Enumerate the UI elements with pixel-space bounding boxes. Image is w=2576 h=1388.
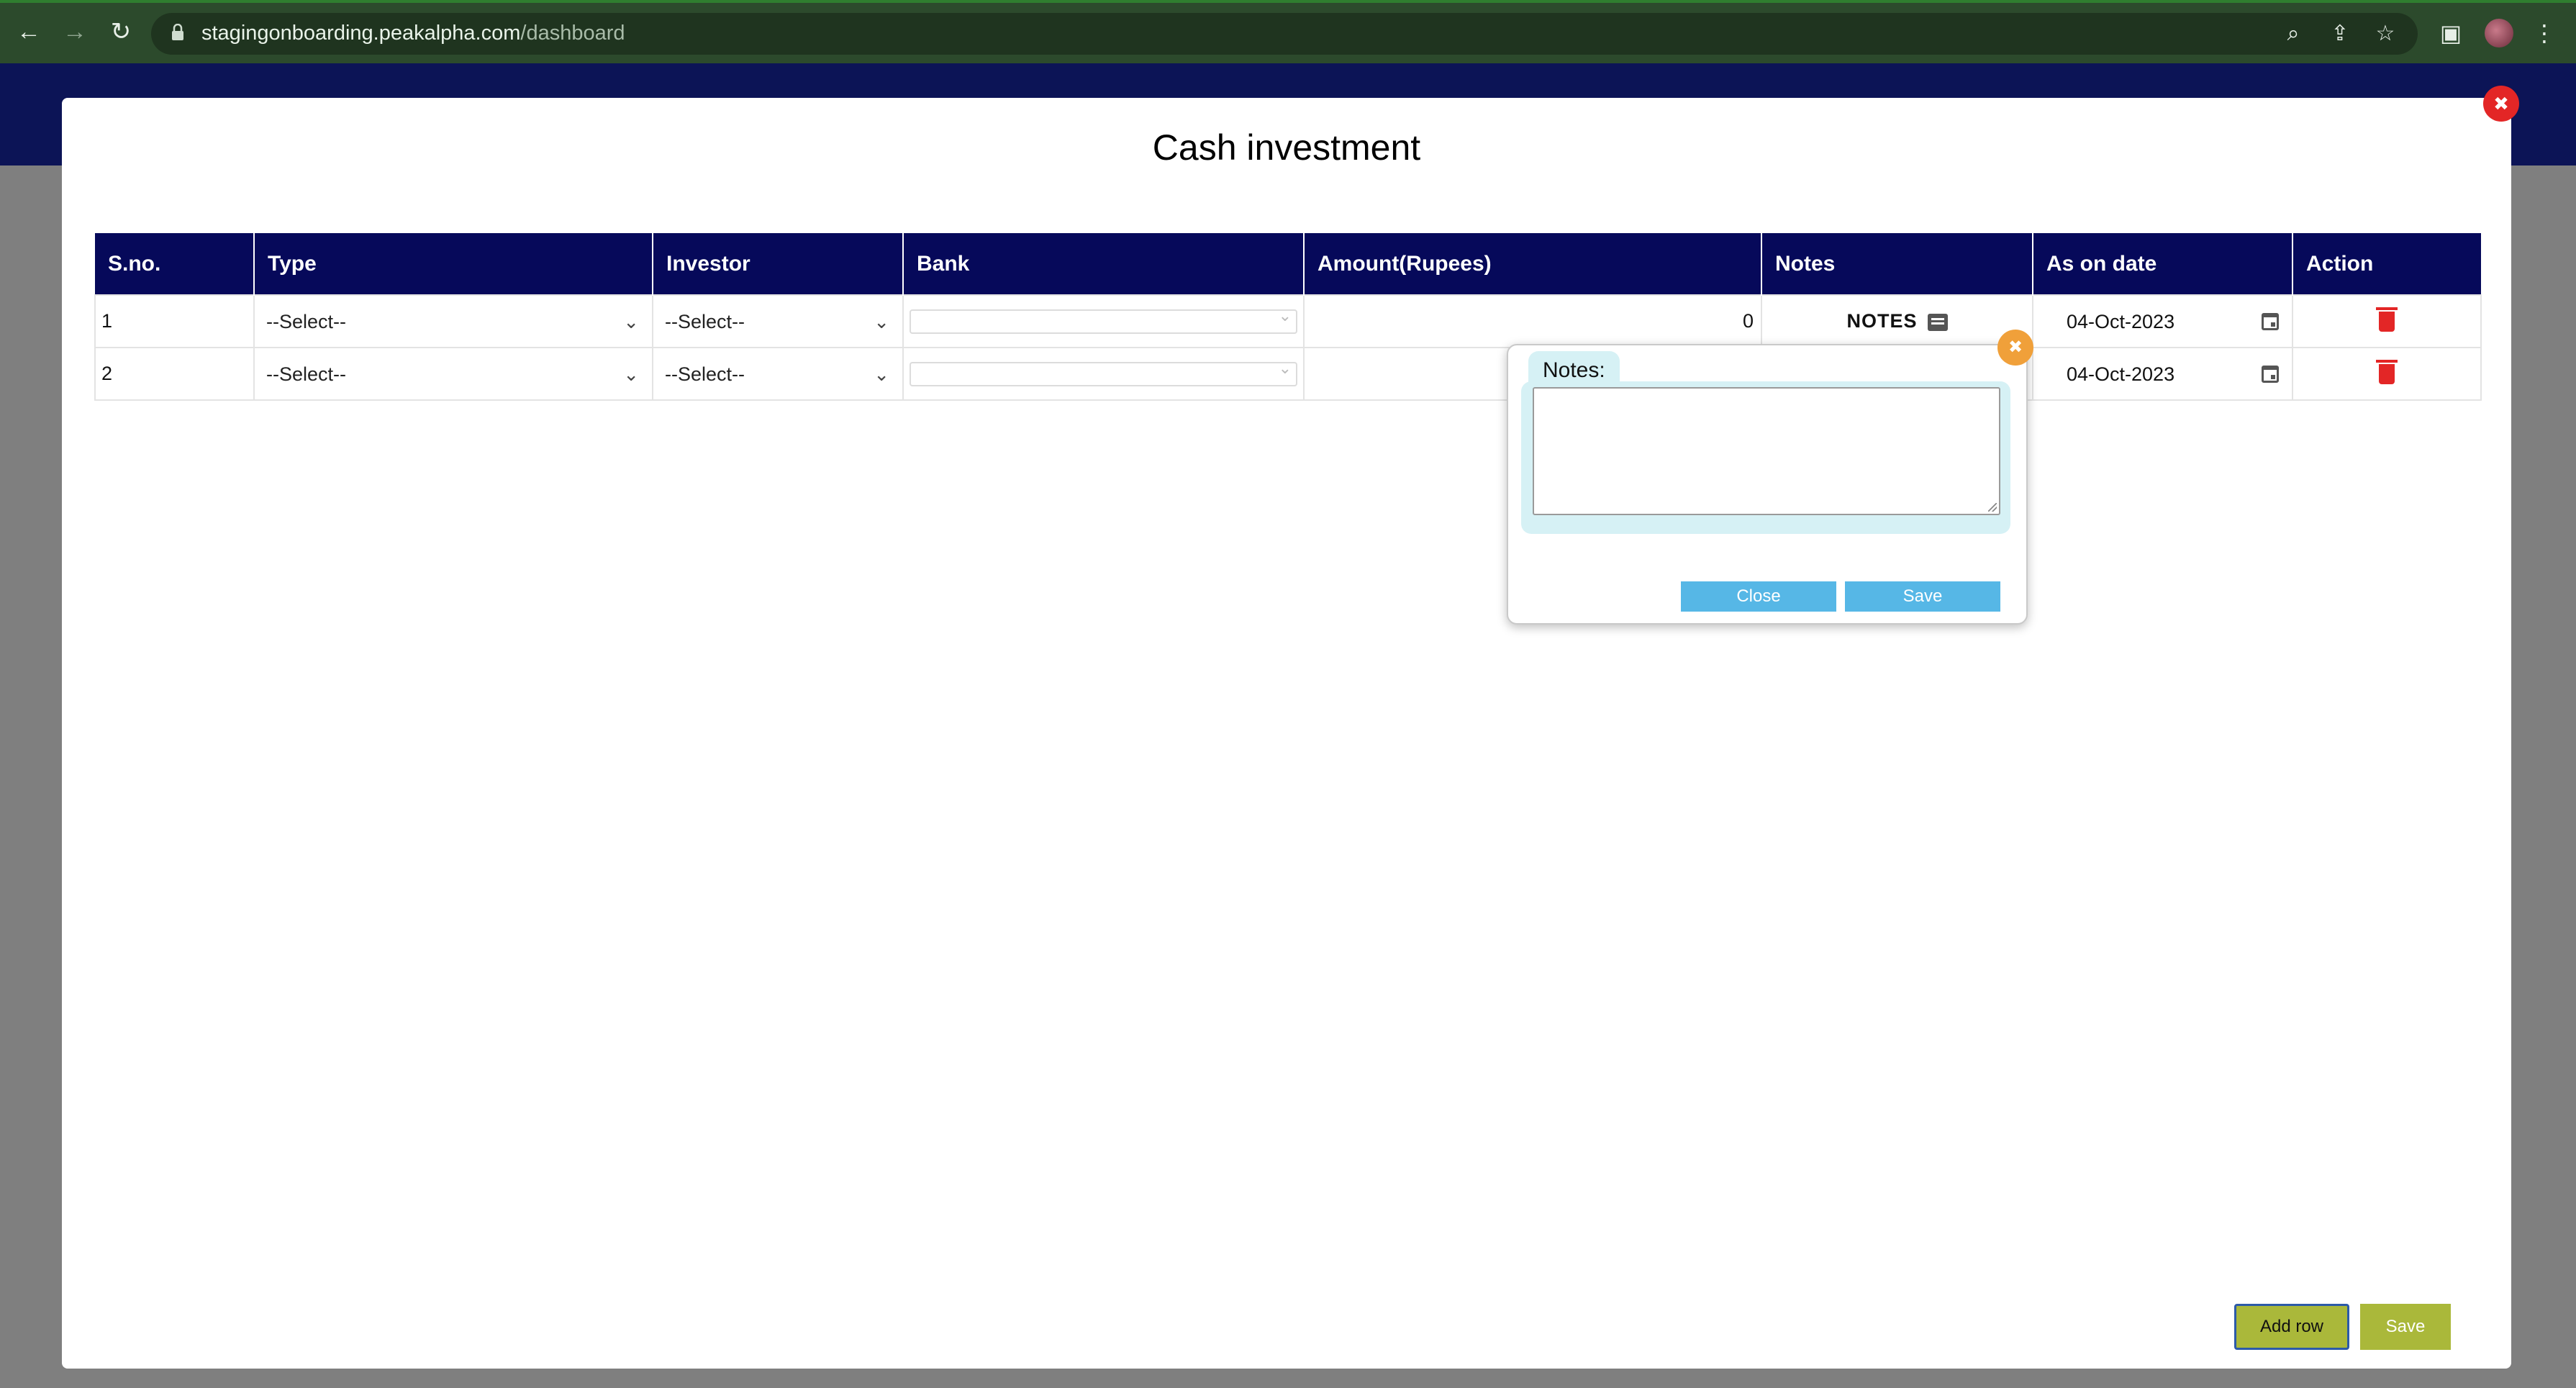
table-row: 1 --Select-- ⌄ --Select-- ⌄ ⌄ 0 NOTES 04-O… [94,294,2482,348]
notes-button[interactable]: NOTES [1761,294,2033,348]
zoom-icon[interactable]: ⌕ [2281,22,2305,46]
bank-select[interactable]: ⌄ [910,306,1297,334]
investor-select[interactable]: --Select-- ⌄ [659,307,897,336]
sno-cell: 2 [94,347,255,401]
comment-icon [1927,313,1948,331]
bank-select[interactable]: ⌄ [910,358,1297,386]
reload-icon[interactable]: ↻ [105,16,137,47]
notes-label: Notes: [1528,351,1620,387]
url-text: stagingonboarding.peakalpha.com/dashboar… [201,22,625,45]
delete-trash-icon[interactable] [2376,359,2398,384]
menu-kebab-icon[interactable]: ⋮ [2530,19,2559,47]
col-header-investor: Investor [653,233,904,295]
col-header-action: Action [2292,233,2481,295]
col-header-bank: Bank [903,233,1305,295]
col-header-amount: Amount(Rupees) [1304,233,1762,295]
col-header-sno: S.no. [95,233,255,295]
notes-save-button[interactable]: Save [1845,581,2000,612]
delete-trash-icon[interactable] [2376,307,2398,332]
modal-title: Cash investment [1152,127,1421,168]
browser-toolbar: ← → ↻ stagingonboarding.peakalpha.com/da… [0,0,2576,63]
add-row-button[interactable]: Add row [2234,1304,2349,1350]
bookmark-star-icon[interactable]: ☆ [2373,22,2398,46]
chevron-down-icon: ⌄ [623,363,639,385]
col-header-date: As on date [2033,233,2293,295]
cash-investment-table: S.no. Type Investor Bank Amount(Rupees) … [94,233,2482,401]
resize-handle-icon[interactable] [1988,503,1997,512]
date-input[interactable]: 04-Oct-2023 [2039,307,2286,336]
forward-icon[interactable]: → [59,16,91,47]
side-panel-icon[interactable]: ▣ [2436,19,2465,47]
investor-select[interactable]: --Select-- ⌄ [659,360,897,389]
cash-investment-modal: Cash investment S.no. Type Investor Bank… [62,98,2511,1369]
notes-textarea[interactable] [1533,387,2000,515]
chevron-down-icon: ⌄ [1278,306,1292,325]
col-header-notes: Notes [1761,233,2033,295]
profile-avatar[interactable] [2485,19,2513,47]
calendar-icon[interactable] [2262,365,2279,383]
notes-close-icon[interactable]: ✖ [1997,330,2033,366]
chevron-down-icon: ⌄ [874,363,889,385]
sno-cell: 1 [94,294,255,348]
address-bar[interactable]: stagingonboarding.peakalpha.com/dashboar… [151,13,2418,55]
share-icon[interactable]: ⇪ [2328,22,2352,46]
calendar-icon[interactable] [2262,312,2279,330]
type-select[interactable]: --Select-- ⌄ [260,360,646,389]
table-row: 2 --Select-- ⌄ --Select-- ⌄ ⌄ 04-Oct-2023 [94,347,2482,401]
chevron-down-icon: ⌄ [1278,358,1292,377]
table-header-row: S.no. Type Investor Bank Amount(Rupees) … [95,233,2481,295]
chevron-down-icon: ⌄ [623,310,639,332]
chevron-down-icon: ⌄ [874,310,889,332]
notes-popover: Notes: Close Save [1507,344,2028,625]
type-select[interactable]: --Select-- ⌄ [260,307,646,336]
modal-close-icon[interactable]: ✖ [2483,86,2519,122]
back-icon[interactable]: ← [13,16,45,47]
amount-input[interactable]: 0 [1303,294,1762,348]
col-header-type: Type [254,233,653,295]
notes-close-button[interactable]: Close [1681,581,1836,612]
save-button[interactable]: Save [2360,1304,2451,1350]
date-input[interactable]: 04-Oct-2023 [2039,360,2286,389]
lock-icon [172,24,183,40]
